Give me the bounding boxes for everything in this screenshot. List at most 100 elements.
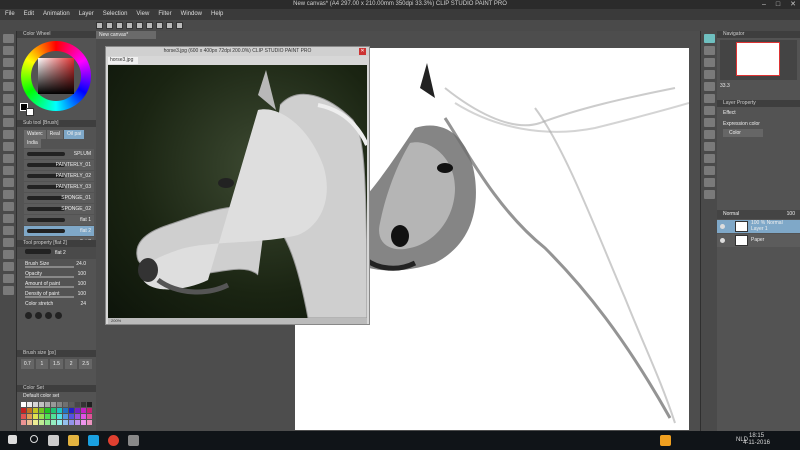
select-all-icon[interactable] — [166, 22, 173, 29]
panel-icon[interactable] — [704, 130, 715, 139]
snap-icon[interactable] — [176, 22, 183, 29]
size-preset[interactable]: 1.5 — [50, 359, 63, 369]
layer-move-tool-icon[interactable] — [3, 70, 14, 79]
menu-filter[interactable]: Filter — [158, 9, 171, 20]
palette-swatch[interactable] — [63, 402, 68, 407]
clip-studio-icon[interactable] — [128, 435, 139, 446]
palette-swatch[interactable] — [81, 402, 86, 407]
panel-icon[interactable] — [704, 178, 715, 187]
palette-swatch[interactable] — [21, 402, 26, 407]
operation-tool-icon[interactable] — [3, 58, 14, 67]
amount-of-paint-property[interactable]: Amount of paint 100 — [17, 279, 96, 289]
maximize-icon[interactable]: □ — [776, 0, 780, 9]
new-file-icon[interactable] — [96, 22, 103, 29]
blend-tool-icon[interactable] — [3, 190, 14, 199]
tab-real[interactable]: Real — [46, 130, 63, 139]
pencil-tool-icon[interactable] — [3, 130, 14, 139]
color-set-name[interactable]: Default color set — [17, 392, 96, 400]
tab-watercolor[interactable]: Waterc — [24, 130, 46, 139]
notification-badge-icon[interactable] — [660, 435, 671, 446]
brush-size-property[interactable]: Brush Size 24.0 — [17, 259, 96, 269]
palette-swatch[interactable] — [33, 402, 38, 407]
reference-photo[interactable] — [108, 65, 367, 318]
task-view-icon[interactable] — [48, 435, 59, 446]
reference-window-title[interactable]: horse3.jpg (600 x 400px 72dpi 200.0%) CL… — [106, 47, 369, 56]
palette-swatch[interactable] — [69, 420, 74, 425]
palette-swatch[interactable] — [51, 414, 56, 419]
brush-item[interactable]: SPONGE_01 — [24, 193, 94, 203]
airbrush-tool-icon[interactable] — [3, 154, 14, 163]
undo-icon[interactable] — [126, 22, 133, 29]
tab-oil-paint[interactable]: Oil pai — [63, 130, 85, 139]
brush-tip-icon[interactable] — [55, 312, 62, 319]
menu-animation[interactable]: Animation — [43, 9, 70, 20]
navigator-panel-icon[interactable] — [704, 34, 715, 43]
brush-item-selected[interactable]: flat 2 — [24, 226, 94, 236]
expression-color-select[interactable]: Color — [723, 129, 763, 137]
eye-icon[interactable] — [720, 238, 725, 243]
tab-india-ink[interactable]: India — [24, 139, 41, 148]
windows-start-icon[interactable] — [8, 435, 17, 444]
palette-swatch[interactable] — [21, 414, 26, 419]
close-icon[interactable]: ✕ — [359, 48, 366, 55]
canvas-tab[interactable]: New canvas* — [96, 31, 156, 39]
palette-swatch[interactable] — [21, 408, 26, 413]
panel-icon[interactable] — [704, 166, 715, 175]
palette-swatch[interactable] — [45, 420, 50, 425]
save-icon[interactable] — [116, 22, 123, 29]
density-of-paint-property[interactable]: Density of paint 100 — [17, 289, 96, 299]
move-tool-icon[interactable] — [3, 46, 14, 55]
panel-icon[interactable] — [704, 142, 715, 151]
brush-tip-icon[interactable] — [45, 312, 52, 319]
palette-swatch[interactable] — [39, 408, 44, 413]
palette-swatch[interactable] — [51, 420, 56, 425]
auto-select-tool-icon[interactable] — [3, 94, 14, 103]
palette-swatch[interactable] — [51, 408, 56, 413]
clear-icon[interactable] — [146, 22, 153, 29]
size-preset[interactable]: 2 — [64, 359, 78, 369]
palette-swatch[interactable] — [69, 414, 74, 419]
brush-item[interactable]: PAINTERLY_01 — [24, 160, 94, 170]
palette-swatch[interactable] — [39, 420, 44, 425]
panel-icon[interactable] — [704, 190, 715, 199]
navigator-zoom[interactable]: 33.3 — [720, 83, 730, 89]
gradient-tool-icon[interactable] — [3, 214, 14, 223]
menu-file[interactable]: File — [5, 9, 15, 20]
palette-swatch[interactable] — [33, 408, 38, 413]
palette-swatch[interactable] — [75, 414, 80, 419]
layer-opacity[interactable]: 100 — [787, 210, 795, 219]
brush-item[interactable]: SPLUM — [24, 149, 94, 159]
menu-help[interactable]: Help — [211, 9, 223, 20]
brush-item[interactable]: PAINTERLY_02 — [24, 171, 94, 181]
ruler-tool-icon[interactable] — [3, 250, 14, 259]
palette-swatch[interactable] — [57, 414, 62, 419]
size-preset[interactable]: 2.5 — [79, 359, 92, 369]
palette-swatch[interactable] — [33, 420, 38, 425]
palette-swatch[interactable] — [75, 420, 80, 425]
search-icon[interactable] — [30, 435, 38, 443]
chrome-icon[interactable] — [108, 435, 119, 446]
opacity-property[interactable]: Opacity 100 — [17, 269, 96, 279]
panel-icon[interactable] — [704, 94, 715, 103]
menu-edit[interactable]: Edit — [24, 9, 34, 20]
color-stretch-property[interactable]: Color stretch 24 — [17, 299, 96, 309]
panel-icon[interactable] — [704, 118, 715, 127]
palette-swatch[interactable] — [45, 414, 50, 419]
size-preset[interactable]: 1 — [35, 359, 49, 369]
panel-icon[interactable] — [704, 46, 715, 55]
palette-swatch[interactable] — [45, 402, 50, 407]
brush-size-slider[interactable] — [25, 266, 74, 268]
layer-row[interactable]: Paper — [717, 234, 800, 247]
redo-icon[interactable] — [136, 22, 143, 29]
eraser-tool-icon[interactable] — [3, 178, 14, 187]
density-of-paint-slider[interactable] — [25, 296, 74, 298]
open-file-icon[interactable] — [106, 22, 113, 29]
palette-swatch[interactable] — [27, 420, 32, 425]
brush-item[interactable]: PAINTERLY_03 — [24, 182, 94, 192]
close-icon[interactable]: ✕ — [790, 0, 796, 9]
palette-swatch[interactable] — [63, 408, 68, 413]
menu-selection[interactable]: Selection — [103, 9, 128, 20]
palette-swatch[interactable] — [33, 414, 38, 419]
decoration-tool-icon[interactable] — [3, 166, 14, 175]
skype-icon[interactable] — [88, 435, 99, 446]
